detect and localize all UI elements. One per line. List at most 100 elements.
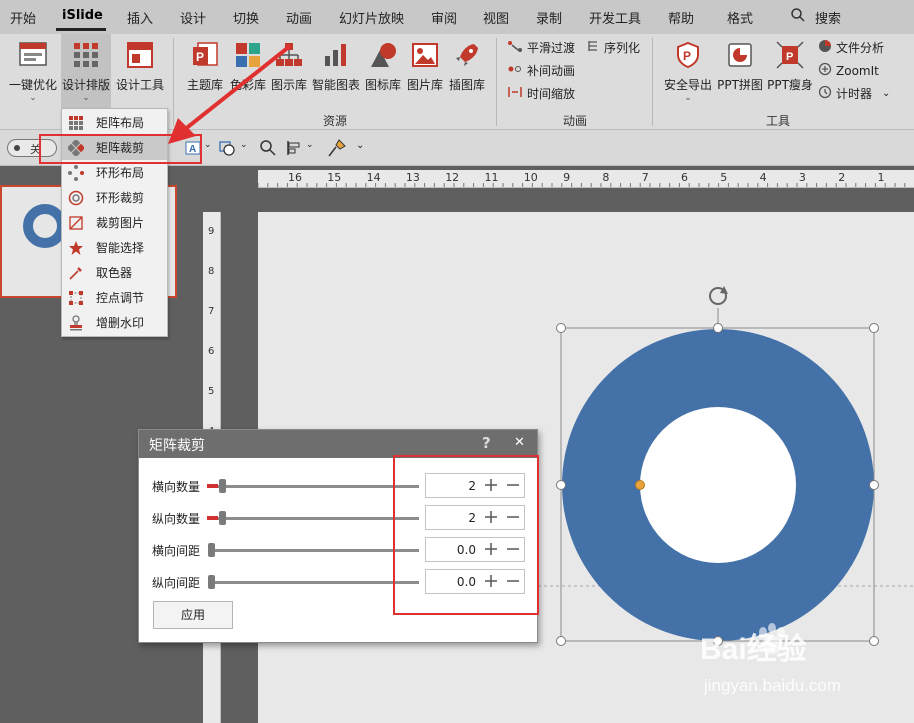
zoomit-label: ZoomIt	[836, 63, 879, 78]
smart-chart-button[interactable]: 智能图表	[310, 40, 362, 93]
safe-export-button[interactable]: P 安全导出 ⌄	[662, 40, 714, 103]
ruler-tick-label: 15	[327, 171, 342, 184]
tab-review[interactable]: 审阅	[431, 8, 457, 27]
apply-button[interactable]: 应用	[153, 601, 233, 629]
illustration-library-button[interactable]: 插图库	[446, 40, 488, 93]
tab-animations[interactable]: 动画	[286, 8, 312, 27]
timer-button[interactable]: 计时器 ⌄	[818, 85, 890, 102]
tab-design[interactable]: 设计	[180, 8, 206, 27]
menu-item-handle-adjust[interactable]: 控点调节	[62, 285, 167, 310]
ppt-slim-button[interactable]: P PPT瘦身	[766, 40, 814, 93]
serialize-button[interactable]: 序列化	[586, 39, 640, 56]
ruler-tick-label: 7	[641, 171, 649, 184]
ruler-tick-label: 6	[208, 346, 215, 357]
safe-export-label: 安全导出	[663, 78, 712, 92]
slider-track[interactable]	[211, 549, 419, 552]
format-painter-icon[interactable]	[327, 138, 347, 161]
eyedropper-icon	[68, 265, 84, 281]
menu-item-ring-crop[interactable]: 环形裁剪	[62, 185, 167, 210]
vertical-spacing-label: 纵向间距	[152, 576, 201, 590]
group-label-animation: 动画	[563, 114, 588, 128]
one-key-optimize-label: 一键优化	[8, 78, 57, 92]
tab-format[interactable]: 格式	[727, 8, 753, 27]
resize-handle[interactable]	[556, 636, 566, 646]
ruler-tick-label: 12	[445, 171, 460, 184]
menu-item-label: 取色器	[96, 266, 133, 280]
zoomit-button[interactable]: ZoomIt	[818, 62, 879, 79]
resize-handle[interactable]	[869, 323, 879, 333]
resize-handle[interactable]	[713, 323, 723, 333]
svg-text:P: P	[683, 49, 691, 63]
stamp-icon	[68, 314, 84, 331]
file-analysis-button[interactable]: 文件分析	[818, 39, 884, 56]
slider-thumb[interactable]	[219, 479, 226, 493]
compress-icon: P	[766, 40, 814, 73]
time-scale-label: 时间缩放	[527, 87, 576, 101]
ruler-tick-label: 1	[877, 171, 885, 184]
resize-handle[interactable]	[869, 480, 879, 490]
group-label-tools: 工具	[766, 114, 791, 128]
icon-library-button[interactable]: 图标库	[363, 40, 403, 93]
ruler-tick-label: 14	[366, 171, 381, 184]
slider-track[interactable]	[211, 517, 419, 520]
tab-view[interactable]: 视图	[483, 8, 509, 27]
time-scale-button[interactable]: 时间缩放	[507, 85, 575, 102]
puzzle-icon	[716, 40, 764, 73]
picture-library-button[interactable]: 图片库	[405, 40, 445, 93]
ruler-tick-label: 6	[681, 171, 688, 184]
bar-chart-icon	[310, 40, 362, 73]
tab-record[interactable]: 录制	[536, 8, 562, 27]
slider-thumb[interactable]	[208, 575, 215, 589]
tab-slideshow[interactable]: 幻灯片放映	[339, 8, 404, 27]
ribbon-separator	[652, 38, 653, 126]
smooth-transition-button[interactable]: 平滑过渡	[507, 39, 575, 56]
adjust-handle[interactable]	[635, 480, 645, 490]
ppt-puzzle-button[interactable]: PPT拼图	[716, 40, 764, 93]
ruler-tick-label: 5	[208, 386, 215, 397]
menu-item-watermark[interactable]: 增删水印	[62, 310, 167, 335]
slider-thumb[interactable]	[219, 511, 226, 525]
chevron-down-icon[interactable]: ⌄	[306, 140, 314, 150]
tab-developer[interactable]: 开发工具	[589, 8, 641, 27]
ppt-puzzle-label: PPT拼图	[717, 78, 763, 92]
ruler-tick-label: 7	[208, 306, 215, 317]
ruler-tick-label: 13	[405, 171, 420, 184]
one-key-optimize-button[interactable]: 一键优化 ⌄	[8, 40, 58, 103]
chevron-down-icon[interactable]: ⌄	[356, 140, 364, 151]
annotation-value-highlight-box	[393, 455, 539, 615]
menu-item-label: 环形裁剪	[96, 191, 145, 205]
dialog-title: 矩阵裁剪	[149, 438, 205, 454]
tab-islide[interactable]: iSlide	[62, 8, 103, 23]
file-analysis-label: 文件分析	[836, 41, 885, 55]
help-icon[interactable]: ?	[482, 434, 491, 452]
tab-transitions[interactable]: 切换	[233, 8, 259, 27]
search-label[interactable]: 搜索	[815, 8, 841, 27]
slider-track[interactable]	[211, 485, 419, 488]
tab-home[interactable]: 开始	[10, 8, 36, 27]
slider-track[interactable]	[211, 581, 419, 584]
design-layout-button[interactable]: 设计排版 ⌄	[61, 40, 111, 103]
menu-item-crop-picture[interactable]: 裁剪图片	[62, 210, 167, 235]
serialize-icon	[586, 39, 600, 56]
slider-thumb[interactable]	[208, 543, 215, 557]
group-label-resources: 资源	[323, 114, 348, 128]
close-icon[interactable]: ✕	[514, 435, 525, 450]
ruler-tick-label: 16	[288, 171, 302, 184]
ppt-slim-label: PPT瘦身	[767, 78, 813, 92]
icon-library-label: 图标库	[364, 78, 401, 92]
ruler-tick-label: 5	[720, 171, 728, 184]
rotate-handle-icon[interactable]	[709, 286, 728, 305]
resize-handle[interactable]	[556, 480, 566, 490]
menu-item-color-picker[interactable]: 取色器	[62, 260, 167, 285]
tween-animation-button[interactable]: 补间动画	[507, 62, 575, 79]
smart-chart-label: 智能图表	[311, 78, 360, 92]
tab-insert[interactable]: 插入	[127, 8, 153, 27]
menu-item-label: 裁剪图片	[96, 216, 145, 230]
resize-handle[interactable]	[556, 323, 566, 333]
illustration-library-label: 插图库	[448, 78, 485, 92]
search-icon[interactable]	[790, 7, 806, 26]
ring-crop-icon	[68, 190, 84, 206]
menu-item-label: 环形布局	[96, 166, 145, 180]
tab-help[interactable]: 帮助	[668, 8, 694, 27]
menu-item-smart-select[interactable]: 智能选择	[62, 235, 167, 260]
